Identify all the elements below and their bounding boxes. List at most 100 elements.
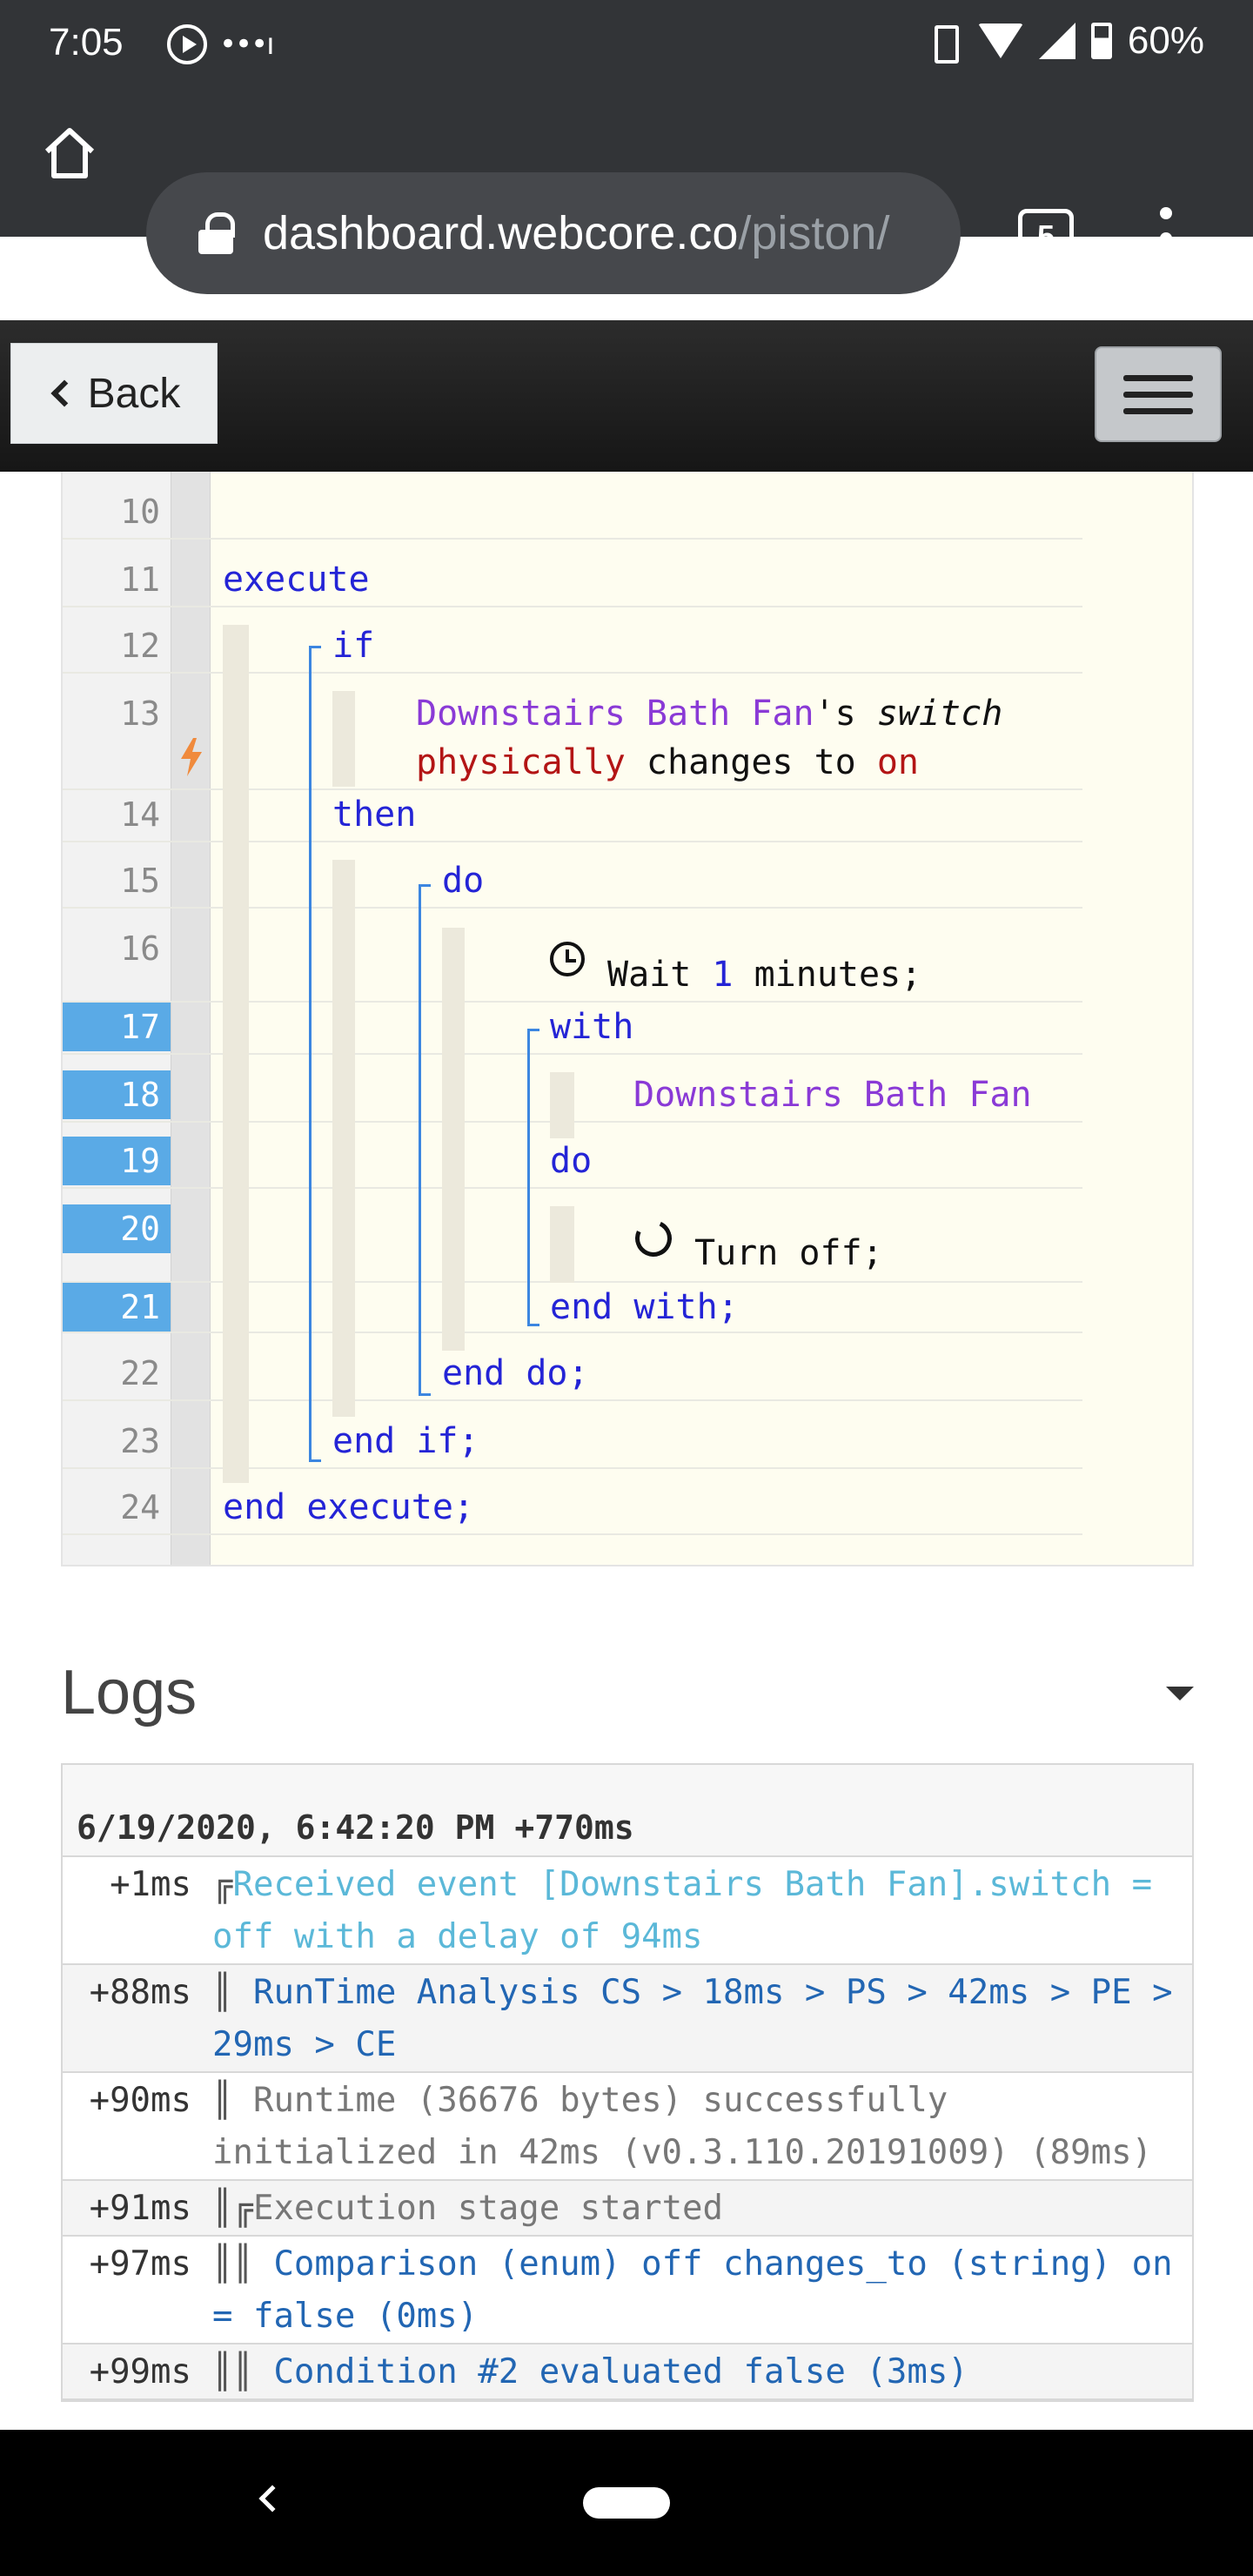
log-row: +97ms ║║ Comparison (enum) off changes_t…	[63, 2237, 1192, 2345]
indent-guide	[332, 860, 355, 1417]
line-number: 16	[120, 929, 160, 968]
line-number-highlighted: 18	[63, 1070, 171, 1119]
line-number: 13	[120, 694, 160, 733]
line-number: 12	[120, 627, 160, 665]
line-number: 14	[120, 795, 160, 834]
log-tree-prefix: ║║	[212, 2352, 253, 2392]
condition-operator: changes to	[625, 742, 877, 782]
log-time: +88ms	[89, 1973, 191, 2012]
collapse-toggle-icon[interactable]	[1166, 1687, 1194, 1701]
code-turn-off[interactable]: Turn off;	[694, 1229, 883, 1278]
possessive: 's	[814, 694, 877, 734]
url-host: dashboard.webcore.co	[263, 207, 739, 259]
address-bar[interactable]: dashboard.webcore.co/piston/	[146, 172, 961, 294]
log-session-header: 6/19/2020, 6:42:20 PM +770ms	[63, 1765, 1192, 1857]
log-time: +91ms	[89, 2189, 191, 2228]
log-row: +90ms ║ Runtime (36676 bytes) successful…	[63, 2073, 1192, 2181]
log-message: ║ RunTime Analysis CS > 18ms > PS > 42ms…	[212, 1965, 1192, 2071]
log-tree-prefix: ║	[212, 2081, 233, 2120]
indent-guide	[223, 625, 249, 1483]
log-message: ║╔Execution stage started	[212, 2181, 1192, 2235]
condition-value: on	[876, 742, 919, 782]
log-row: +91ms ║╔Execution stage started	[63, 2181, 1192, 2237]
line-number-highlighted: 21	[63, 1283, 171, 1332]
log-text: Condition #2 evaluated false (3ms)	[273, 2352, 968, 2392]
log-tree-prefix: ║╔	[212, 2189, 253, 2228]
lightning-bolt-icon	[181, 738, 202, 776]
log-time: +97ms	[89, 2244, 191, 2284]
log-tree-prefix: ║║	[212, 2244, 253, 2284]
log-table: 6/19/2020, 6:42:20 PM +770ms +1ms ╔Recei…	[61, 1763, 1194, 2402]
line-number-highlighted: 19	[63, 1137, 171, 1185]
url-text[interactable]: dashboard.webcore.co/piston/	[263, 206, 889, 260]
more-notifications-icon: •••ı	[219, 27, 275, 62]
condition-device: Downstairs Bath Fan	[416, 694, 814, 734]
status-time: 7:05	[49, 21, 124, 64]
condition-attribute: switch	[876, 694, 1003, 734]
back-label: Back	[87, 370, 181, 417]
tab-switcher-icon[interactable]: 5	[1018, 209, 1074, 265]
indent-guide	[550, 1072, 574, 1138]
wait-value: 1	[712, 955, 734, 995]
home-icon[interactable]	[42, 125, 97, 181]
logs-title: Logs	[61, 1658, 198, 1727]
chevron-left-icon	[50, 379, 78, 407]
log-tree-prefix: ║	[212, 1973, 233, 2012]
status-notifications: •••ı	[167, 24, 275, 64]
code-end-if: end if;	[332, 1421, 479, 1461]
battery-percent: 60%	[1127, 19, 1204, 62]
back-button[interactable]: Back	[10, 343, 218, 444]
log-text: Runtime (36676 bytes) successfully initi…	[212, 2081, 1153, 2172]
indent-guide	[550, 1206, 574, 1283]
log-time: +99ms	[89, 2352, 191, 2392]
battery-icon	[1090, 23, 1112, 59]
code-end-do: end do;	[442, 1353, 589, 1393]
line-number: 22	[120, 1354, 160, 1392]
code-if[interactable]: if	[332, 621, 374, 670]
line-number: 15	[120, 862, 160, 900]
log-tree-prefix: ╔	[212, 1865, 233, 1904]
code-condition[interactable]: Downstairs Bath Fan's switch	[416, 689, 1002, 738]
nav-home-pill[interactable]	[583, 2487, 670, 2519]
vibrate-icon	[924, 22, 962, 64]
status-bar: 7:05 •••ı 60%	[0, 0, 1253, 78]
if-block-bracket	[309, 646, 312, 1462]
code-do[interactable]: do	[442, 856, 484, 905]
line-number-highlighted: 17	[63, 1003, 171, 1051]
wait-unit: minutes;	[733, 955, 922, 995]
line-number: 23	[120, 1422, 160, 1460]
log-time: +1ms	[110, 1865, 191, 1904]
indent-guide	[442, 928, 465, 1351]
media-playing-icon	[167, 24, 207, 64]
code-wait[interactable]: Wait 1 minutes;	[607, 950, 921, 999]
log-message: ║║ Condition #2 evaluated false (3ms)	[212, 2345, 1192, 2398]
log-text: RunTime Analysis CS > 18ms > PS > 42ms >…	[212, 1973, 1173, 2064]
log-message: ║ Runtime (36676 bytes) successfully ini…	[212, 2073, 1192, 2179]
line-number: 11	[120, 560, 160, 599]
code-with[interactable]: with	[550, 1003, 633, 1051]
do-block-bracket	[419, 884, 421, 1396]
log-time: +90ms	[89, 2081, 191, 2120]
line-number-highlighted: 20	[63, 1204, 171, 1253]
hamburger-menu-button[interactable]	[1095, 346, 1222, 442]
line-number: 24	[120, 1488, 160, 1526]
code-then: then	[332, 795, 417, 835]
browser-menu-icon[interactable]	[1156, 207, 1176, 270]
log-row: +88ms ║ RunTime Analysis CS > 18ms > PS …	[63, 1965, 1192, 2073]
clock-icon	[550, 942, 585, 976]
code-with-device[interactable]: Downstairs Bath Fan	[633, 1070, 1032, 1119]
status-right: 60%	[924, 19, 1204, 64]
code-end-with: end with;	[550, 1287, 739, 1327]
log-text: Comparison (enum) off changes_to (string…	[212, 2244, 1173, 2336]
code-condition-cont[interactable]: physically changes to on	[416, 738, 919, 787]
condition-physically: physically	[416, 742, 626, 782]
line-number: 10	[120, 493, 160, 531]
indent-guide	[332, 691, 355, 787]
lock-icon	[198, 212, 235, 254]
code-do-2: do	[550, 1141, 593, 1181]
cell-signal-icon	[1038, 23, 1075, 59]
with-block-bracket	[527, 1029, 530, 1326]
url-path: /piston/	[738, 207, 890, 259]
log-message: ║║ Comparison (enum) off changes_to (str…	[212, 2237, 1192, 2343]
wait-label: Wait	[607, 955, 713, 995]
